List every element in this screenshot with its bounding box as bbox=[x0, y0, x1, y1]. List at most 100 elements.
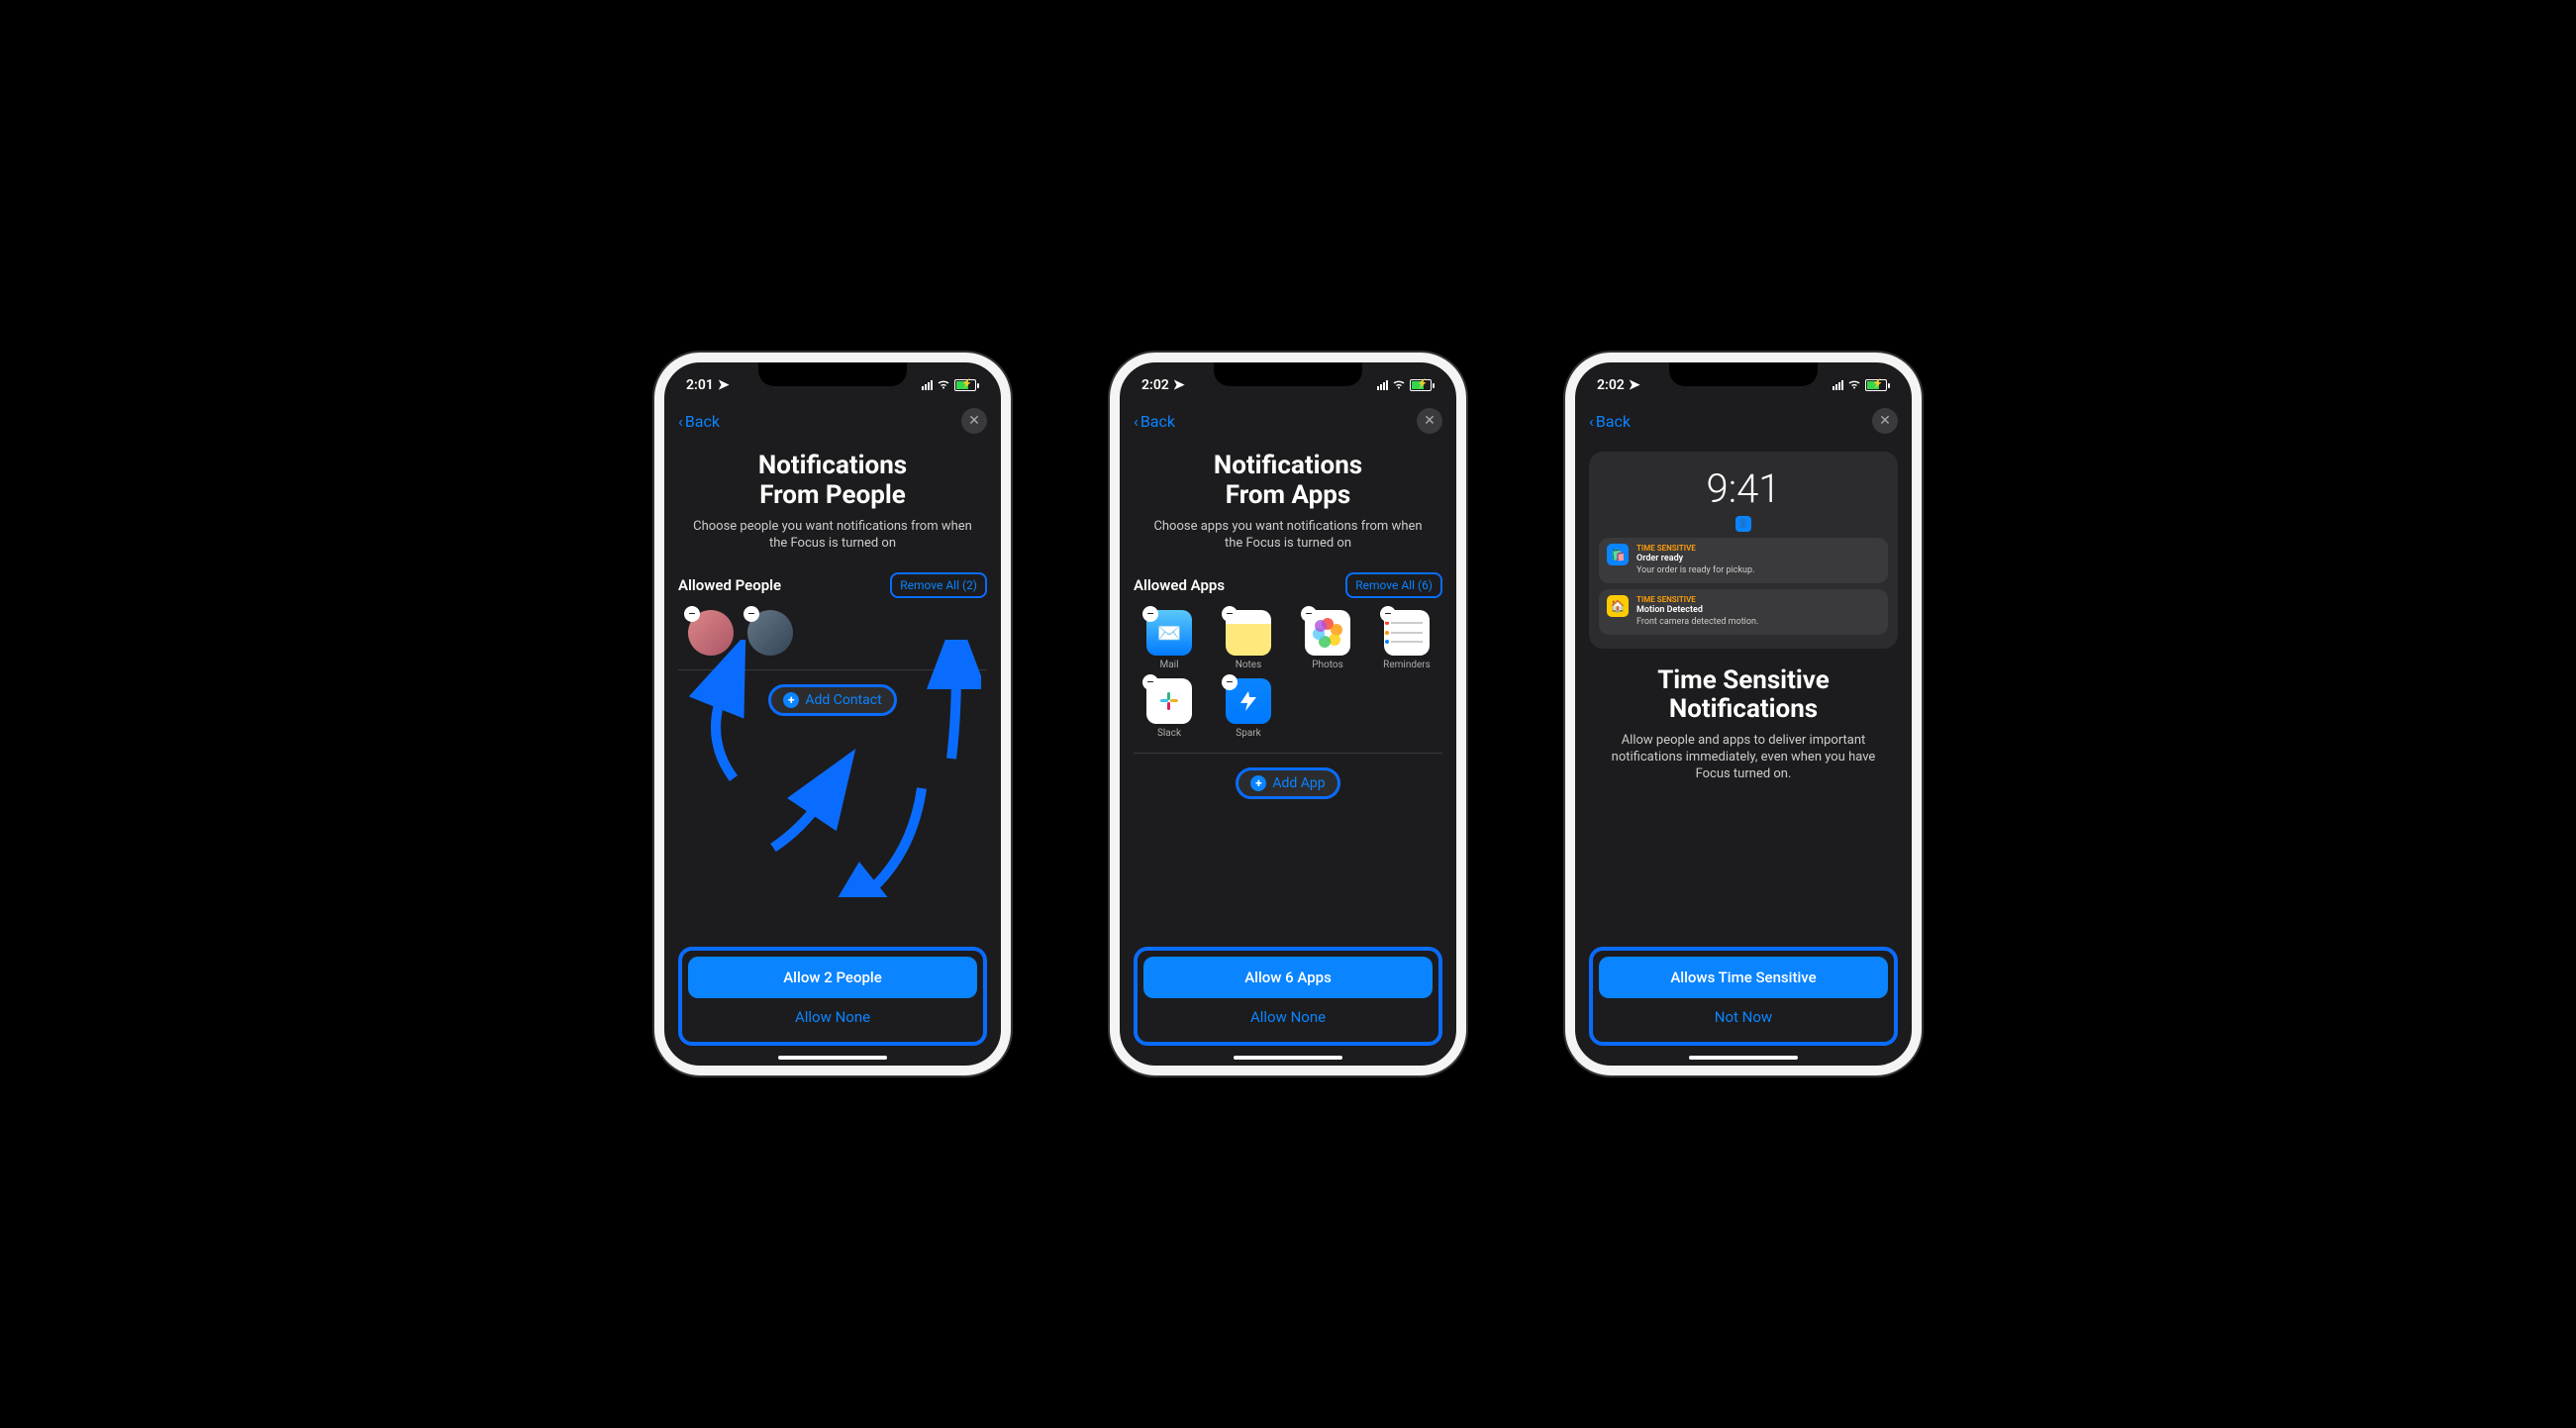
mail-icon: ✉️– bbox=[1146, 610, 1192, 656]
location-icon: ➤ bbox=[718, 377, 730, 393]
focus-badge-icon: 👤 bbox=[1735, 516, 1751, 532]
status-time: 2:02 bbox=[1597, 377, 1625, 393]
back-label: Back bbox=[1596, 412, 1631, 431]
status-time: 2:01 bbox=[686, 377, 714, 393]
remove-app-icon[interactable]: – bbox=[1222, 674, 1238, 690]
reminders-icon: – bbox=[1384, 610, 1430, 656]
page-subtitle: Choose people you want notifications fro… bbox=[678, 519, 987, 553]
app-grid: ✉️– Mail – Notes – bbox=[1134, 610, 1442, 739]
back-button[interactable]: ‹ Back bbox=[1589, 412, 1631, 431]
app-label: Spark bbox=[1236, 728, 1260, 739]
page-title: Notifications From People bbox=[678, 452, 987, 511]
wifi-icon bbox=[1392, 378, 1406, 392]
close-button[interactable]: ✕ bbox=[1872, 408, 1898, 434]
avatar-row: – – bbox=[678, 610, 987, 656]
app-label: Slack bbox=[1157, 728, 1181, 739]
plus-icon: + bbox=[783, 692, 799, 708]
app-label: Mail bbox=[1159, 660, 1178, 670]
notif-tag: TIME SENSITIVE bbox=[1636, 595, 1758, 605]
contact-avatar-2[interactable]: – bbox=[747, 610, 793, 656]
phone-apps: 2:02 ➤ ⚡ ‹ Back ✕ Notifications From App… bbox=[1110, 353, 1466, 1075]
remove-all-button[interactable]: Remove All (6) bbox=[1345, 572, 1442, 598]
bottom-action-box: Allows Time Sensitive Not Now bbox=[1589, 947, 1898, 1046]
signal-icon bbox=[922, 380, 933, 390]
spark-icon: – bbox=[1226, 678, 1271, 724]
remove-all-button[interactable]: Remove All (2) bbox=[890, 572, 987, 598]
notif-title: Order ready bbox=[1636, 554, 1754, 565]
bag-icon: 🛍️ bbox=[1607, 544, 1629, 565]
location-icon: ➤ bbox=[1173, 377, 1185, 393]
title-line2: Notifications bbox=[1589, 695, 1898, 725]
app-item-mail[interactable]: ✉️– Mail bbox=[1134, 610, 1205, 670]
battery-icon: ⚡ bbox=[954, 379, 979, 391]
app-item-slack[interactable]: – Slack bbox=[1134, 678, 1205, 739]
add-contact-button[interactable]: + Add Contact bbox=[768, 684, 896, 716]
signal-icon bbox=[1833, 380, 1843, 390]
bottom-action-box: Allow 2 People Allow None bbox=[678, 947, 987, 1046]
app-item-notes[interactable]: – Notes bbox=[1213, 610, 1284, 670]
app-item-photos[interactable]: – Photos bbox=[1292, 610, 1363, 670]
notification-preview-2: 🏠 TIME SENSITIVE Motion Detected Front c… bbox=[1599, 589, 1888, 635]
battery-icon: ⚡ bbox=[1865, 379, 1890, 391]
title-line2: From Apps bbox=[1134, 481, 1442, 511]
app-label: Photos bbox=[1312, 660, 1343, 670]
app-label: Reminders bbox=[1383, 660, 1431, 670]
allow-apps-button[interactable]: Allow 6 Apps bbox=[1143, 957, 1433, 998]
add-app-button[interactable]: + Add App bbox=[1236, 767, 1339, 799]
battery-icon: ⚡ bbox=[1410, 379, 1435, 391]
home-icon: 🏠 bbox=[1607, 595, 1629, 617]
chevron-left-icon: ‹ bbox=[678, 412, 683, 431]
chevron-left-icon: ‹ bbox=[1134, 412, 1139, 431]
remove-app-icon[interactable]: – bbox=[1142, 674, 1158, 690]
lock-screen-preview: 9:41 👤 🛍️ TIME SENSITIVE Order ready You… bbox=[1589, 452, 1898, 649]
chevron-left-icon: ‹ bbox=[1589, 412, 1594, 431]
status-time: 2:02 bbox=[1141, 377, 1169, 393]
back-label: Back bbox=[685, 412, 720, 431]
signal-icon bbox=[1377, 380, 1388, 390]
page-subtitle: Choose apps you want notifications from … bbox=[1134, 519, 1442, 553]
close-button[interactable]: ✕ bbox=[1417, 408, 1442, 434]
page-title: Time Sensitive Notifications bbox=[1589, 666, 1898, 726]
back-button[interactable]: ‹ Back bbox=[678, 412, 720, 431]
app-item-reminders[interactable]: – Reminders bbox=[1371, 610, 1442, 670]
title-line1: Notifications bbox=[1134, 452, 1442, 481]
title-line1: Notifications bbox=[678, 452, 987, 481]
title-line2: From People bbox=[678, 481, 987, 511]
plus-icon: + bbox=[1250, 775, 1266, 791]
preview-time: 9:41 bbox=[1707, 465, 1781, 512]
add-app-label: Add App bbox=[1272, 775, 1325, 791]
allow-none-button[interactable]: Allow None bbox=[1143, 998, 1433, 1036]
remove-app-icon[interactable]: – bbox=[1222, 606, 1238, 622]
notch bbox=[1214, 362, 1362, 386]
add-contact-label: Add Contact bbox=[805, 692, 881, 708]
not-now-button[interactable]: Not Now bbox=[1599, 998, 1888, 1036]
allow-none-button[interactable]: Allow None bbox=[688, 998, 977, 1036]
app-label: Notes bbox=[1236, 660, 1262, 670]
wifi-icon bbox=[1847, 378, 1861, 392]
contact-avatar-1[interactable]: – bbox=[688, 610, 734, 656]
notch bbox=[758, 362, 907, 386]
remove-contact-icon[interactable]: – bbox=[743, 606, 759, 622]
notif-title: Motion Detected bbox=[1636, 605, 1758, 617]
title-line1: Time Sensitive bbox=[1589, 666, 1898, 696]
home-indicator[interactable] bbox=[1234, 1056, 1342, 1060]
allow-people-button[interactable]: Allow 2 People bbox=[688, 957, 977, 998]
notif-tag: TIME SENSITIVE bbox=[1636, 544, 1754, 554]
remove-app-icon[interactable]: – bbox=[1142, 606, 1158, 622]
notes-icon: – bbox=[1226, 610, 1271, 656]
location-icon: ➤ bbox=[1629, 377, 1640, 393]
remove-contact-icon[interactable]: – bbox=[684, 606, 700, 622]
back-button[interactable]: ‹ Back bbox=[1134, 412, 1175, 431]
notification-preview-1: 🛍️ TIME SENSITIVE Order ready Your order… bbox=[1599, 538, 1888, 583]
remove-app-icon[interactable]: – bbox=[1301, 606, 1317, 622]
close-button[interactable]: ✕ bbox=[961, 408, 987, 434]
home-indicator[interactable] bbox=[778, 1056, 887, 1060]
allowed-apps-label: Allowed Apps bbox=[1134, 576, 1225, 594]
page-title: Notifications From Apps bbox=[1134, 452, 1442, 511]
allow-time-sensitive-button[interactable]: Allows Time Sensitive bbox=[1599, 957, 1888, 998]
remove-app-icon[interactable]: – bbox=[1380, 606, 1396, 622]
phone-time-sensitive: 2:02 ➤ ⚡ ‹ Back ✕ 9:41 👤 🛍️ TIME SENSITI… bbox=[1565, 353, 1922, 1075]
home-indicator[interactable] bbox=[1689, 1056, 1798, 1060]
app-item-spark[interactable]: – Spark bbox=[1213, 678, 1284, 739]
bottom-action-box: Allow 6 Apps Allow None bbox=[1134, 947, 1442, 1046]
